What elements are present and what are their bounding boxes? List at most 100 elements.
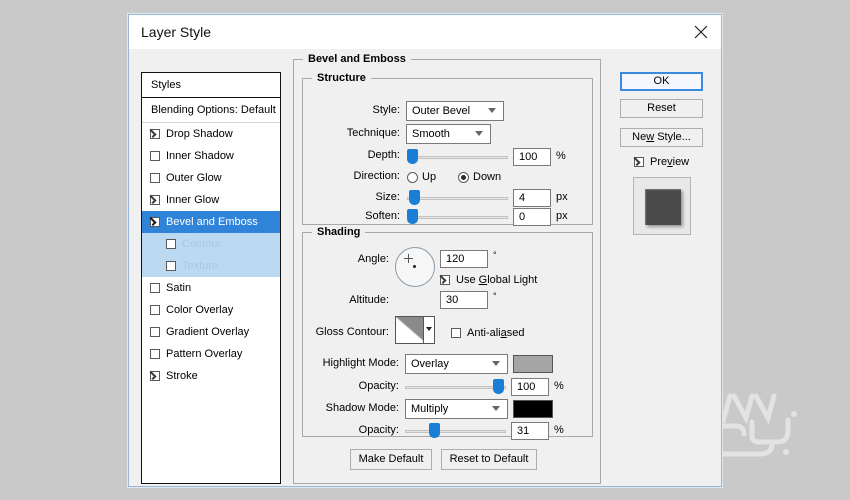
sidebar-item-satin[interactable]: Satin [142, 277, 280, 299]
size-input[interactable]: 4 [513, 189, 551, 207]
sidebar-item-label: Gradient Overlay [166, 326, 250, 338]
sidebar-item-pattern-overlay[interactable]: Pattern Overlay [142, 343, 280, 365]
page-title: Layer Style [141, 24, 212, 40]
chevron-down-icon [488, 108, 496, 113]
sidebar-item-bevel-and-emboss[interactable]: Bevel and Emboss [142, 211, 280, 233]
sidebar-item-gradient-overlay[interactable]: Gradient Overlay [142, 321, 280, 343]
sidebar-item-drop-shadow[interactable]: Drop Shadow [142, 123, 280, 145]
shadow-opacity-input[interactable]: 31 [511, 422, 549, 440]
gloss-contour-swatch[interactable] [395, 316, 435, 344]
new-style-button[interactable]: New Style... [620, 128, 703, 147]
checkbox-icon [451, 328, 461, 338]
size-slider[interactable] [407, 189, 508, 207]
sidebar-item-contour[interactable]: Contour [142, 233, 280, 255]
use-global-light-checkbox[interactable]: Use Global Light [440, 270, 537, 290]
highlight-opacity-thumb[interactable] [493, 379, 504, 394]
angle-input[interactable]: 120 [440, 250, 488, 268]
technique-select[interactable]: Smooth [406, 124, 491, 144]
shadow-opacity-unit: % [554, 424, 564, 436]
shadow-opacity-slider[interactable] [405, 422, 506, 440]
soften-slider-thumb[interactable] [407, 209, 418, 224]
angle-unit: ° [493, 250, 497, 260]
preview-checkbox[interactable]: Preview [634, 156, 689, 168]
direction-up-radio[interactable]: Up [407, 167, 436, 187]
sidebar-item-label: Inner Glow [166, 194, 220, 206]
sidebar-item-inner-glow[interactable]: Inner Glow [142, 189, 280, 211]
sidebar-item-blending-options[interactable]: Blending Options: Default [142, 98, 280, 123]
shadow-color-swatch[interactable] [513, 400, 553, 418]
shadow-opacity-label: Opacity: [358, 424, 399, 436]
sidebar-item-label: Inner Shadow [166, 150, 234, 162]
shadow-mode-select[interactable]: Multiply [405, 399, 508, 419]
depth-slider-thumb[interactable] [407, 149, 418, 164]
styles-list[interactable]: Styles Blending Options: Default Drop Sh… [141, 72, 281, 484]
sidebar-item-color-overlay[interactable]: Color Overlay [142, 299, 280, 321]
close-icon[interactable] [681, 15, 721, 48]
highlight-opacity-input[interactable]: 100 [511, 378, 549, 396]
soften-slider-track [407, 216, 508, 219]
angle-dial-handle[interactable] [404, 254, 413, 263]
altitude-input[interactable]: 30 [440, 291, 488, 309]
checkbox-icon[interactable] [150, 129, 160, 139]
shadow-mode-label: Shadow Mode: [325, 402, 399, 414]
depth-unit: % [556, 150, 566, 162]
sidebar-item-label: Contour [182, 238, 222, 250]
checkbox-icon[interactable] [150, 283, 160, 293]
size-slider-thumb[interactable] [409, 190, 420, 205]
checkbox-icon[interactable] [150, 327, 160, 337]
sidebar-item-label: Satin [166, 282, 192, 294]
structure-title: Structure [312, 72, 371, 84]
highlight-mode-label: Highlight Mode: [322, 357, 399, 369]
shading-title: Shading [312, 226, 366, 238]
soften-slider[interactable] [407, 208, 508, 226]
angle-dial-center [413, 265, 416, 268]
sidebar-item-texture[interactable]: Texture [142, 255, 280, 277]
highlight-opacity-unit: % [554, 380, 564, 392]
preview-shape [645, 189, 681, 225]
dialog-titlebar[interactable]: Layer Style [129, 15, 721, 50]
ok-button[interactable]: OK [620, 72, 703, 91]
highlight-opacity-slider[interactable] [405, 378, 506, 396]
checkbox-icon[interactable] [150, 305, 160, 315]
depth-slider[interactable] [407, 148, 508, 166]
structure-group: Structure Style: Outer Bevel Technique: … [302, 72, 593, 226]
checkbox-icon[interactable] [150, 371, 160, 381]
anti-aliased-checkbox[interactable]: Anti-aliased [451, 323, 525, 343]
checkbox-icon[interactable] [166, 261, 176, 271]
direction-down-label: Down [473, 171, 502, 183]
angle-dial[interactable] [395, 247, 435, 287]
shadow-opacity-thumb[interactable] [429, 423, 440, 438]
sidebar-item-label: Bevel and Emboss [166, 216, 258, 228]
checkbox-icon[interactable] [150, 151, 160, 161]
angle-label: Angle: [357, 253, 389, 265]
checkbox-icon[interactable] [150, 195, 160, 205]
sidebar-item-label: Stroke [166, 370, 198, 382]
sidebar-item-label: Color Overlay [166, 304, 234, 316]
checkbox-icon[interactable] [150, 349, 160, 359]
highlight-opacity-label: Opacity: [358, 380, 399, 392]
highlight-mode-select[interactable]: Overlay [405, 354, 508, 374]
sidebar-item-stroke[interactable]: Stroke [142, 365, 280, 387]
direction-up-label: Up [422, 171, 437, 183]
checkbox-icon[interactable] [150, 173, 160, 183]
depth-label: Depth: [367, 149, 400, 161]
sidebar-item-label: Outer Glow [166, 172, 222, 184]
make-default-button[interactable]: Make Default [350, 449, 432, 470]
soften-input[interactable]: 0 [513, 208, 551, 226]
reset-button[interactable]: Reset [620, 99, 703, 118]
depth-input[interactable]: 100 [513, 148, 551, 166]
contour-ramp-icon [396, 317, 426, 343]
styles-list-header[interactable]: Styles [142, 73, 280, 98]
checkbox-icon[interactable] [150, 217, 160, 227]
panel-title: Bevel and Emboss [303, 53, 411, 65]
layer-style-dialog: Layer Style Styles Blending Options: Def… [128, 14, 722, 487]
highlight-color-swatch[interactable] [513, 355, 553, 373]
sidebar-item-inner-shadow[interactable]: Inner Shadow [142, 145, 280, 167]
checkbox-icon[interactable] [166, 239, 176, 249]
direction-down-radio[interactable]: Down [458, 167, 501, 187]
sidebar-item-outer-glow[interactable]: Outer Glow [142, 167, 280, 189]
soften-unit: px [556, 210, 568, 222]
gloss-contour-dropdown[interactable] [423, 317, 434, 343]
reset-to-default-button[interactable]: Reset to Default [441, 449, 537, 470]
style-select[interactable]: Outer Bevel [406, 101, 504, 121]
